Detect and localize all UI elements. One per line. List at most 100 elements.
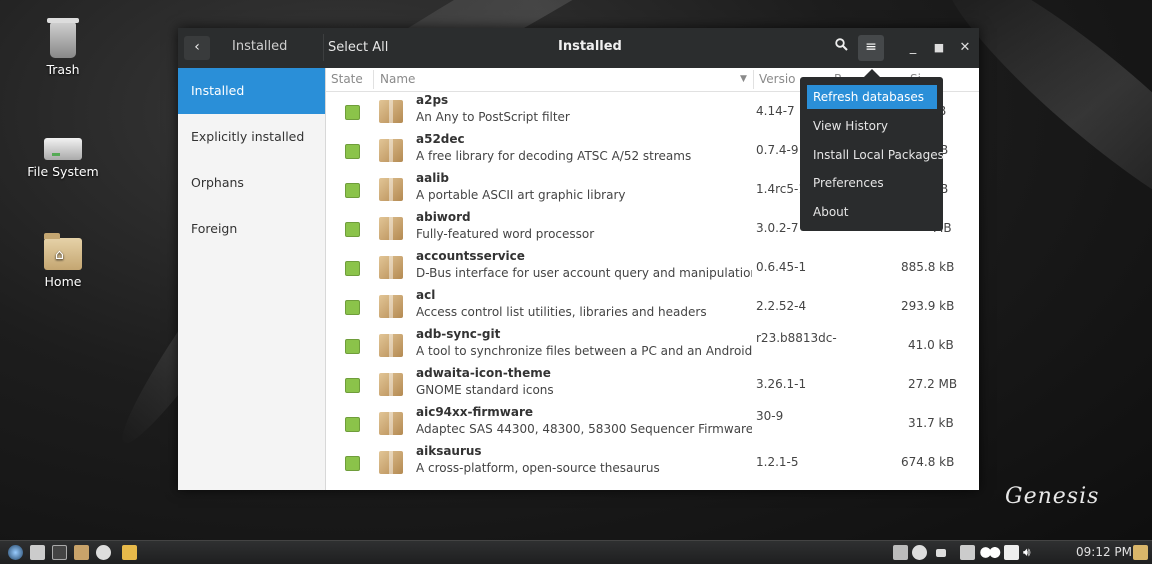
installed-state-icon[interactable] — [345, 300, 360, 315]
package-icon — [379, 373, 403, 396]
column-header-state[interactable]: State — [331, 72, 363, 86]
sort-down-icon: ▼ — [740, 74, 747, 84]
settings-tools-icon[interactable] — [74, 545, 89, 560]
installed-state-icon[interactable] — [345, 417, 360, 432]
table-row[interactable]: aiksaurus A cross-platform, open-source … — [326, 443, 979, 482]
sidebar-item-explicitly-installed[interactable]: Explicitly installed — [178, 114, 325, 160]
display-icon[interactable] — [936, 549, 946, 557]
package-name: aic94xx-firmware — [416, 405, 534, 419]
package-size: 27.2 MB — [908, 377, 958, 391]
installed-state-icon[interactable] — [345, 144, 360, 159]
table-row[interactable]: acl Access control list utilities, libra… — [326, 287, 979, 326]
menu-item-refresh-databases[interactable]: Refresh databases — [807, 85, 937, 109]
package-manager-taskbar-icon[interactable] — [122, 545, 137, 560]
desktop-icon-trash[interactable]: Trash — [18, 18, 108, 77]
package-description: A portable ASCII art graphic library — [416, 188, 626, 202]
package-description: Fully-featured word processor — [416, 227, 595, 241]
installed-state-icon[interactable] — [345, 222, 360, 237]
table-row[interactable]: adb-sync-git A tool to synchronize files… — [326, 326, 979, 365]
sidebar-item-orphans[interactable]: Orphans — [178, 160, 325, 206]
menu-item-install-local-packages[interactable]: Install Local Packages — [807, 143, 944, 167]
package-description: D-Bus interface for user account query a… — [416, 266, 752, 280]
select-all-button[interactable]: Select All — [323, 34, 392, 61]
package-name: acl — [416, 288, 436, 302]
close-button[interactable]: ✕ — [956, 38, 974, 58]
search-icon — [834, 38, 848, 51]
package-name: adb-sync-git — [416, 327, 501, 341]
package-name: a2ps — [416, 93, 449, 107]
file-manager-icon[interactable] — [30, 545, 45, 560]
drive-icon — [44, 138, 82, 160]
sidebar: Installed Explicitly installed Orphans F… — [178, 68, 326, 490]
package-size: 41.0 kB — [908, 338, 954, 352]
back-button[interactable]: ‹ — [184, 36, 210, 60]
minimize-icon: _ — [909, 40, 917, 55]
package-icon — [379, 100, 403, 123]
minimize-button[interactable]: _ — [904, 38, 922, 58]
volume-icon[interactable]: 🔊︎ — [1023, 545, 1038, 560]
installed-state-icon[interactable] — [345, 456, 360, 471]
menu-button[interactable]: ≡ — [858, 35, 884, 61]
table-row-partial[interactable] — [326, 482, 979, 490]
package-name: a52dec — [416, 132, 465, 146]
search-button[interactable] — [830, 37, 852, 59]
package-description: An Any to PostScript filter — [416, 110, 570, 124]
installed-state-icon[interactable] — [345, 183, 360, 198]
table-row[interactable]: adwaita-icon-theme GNOME standard icons … — [326, 365, 979, 404]
installed-state-icon[interactable] — [345, 261, 360, 276]
clipboard-icon[interactable] — [960, 545, 975, 560]
package-description: A free library for decoding ATSC A/52 st… — [416, 149, 692, 163]
start-menu-icon[interactable] — [8, 545, 23, 560]
package-size: 885.8 kB — [901, 260, 955, 274]
package-version: 4.14-7 — [756, 104, 795, 118]
package-version: 3.0.2-7 — [756, 221, 799, 235]
titlebar: ‹ Installed Select All Installed ≡ _ ■ ✕ — [178, 28, 979, 68]
update-gear-icon[interactable] — [912, 545, 927, 560]
package-size: 31.7 kB — [908, 416, 954, 430]
package-icon — [379, 178, 403, 201]
menu-item-preferences[interactable]: Preferences — [807, 171, 937, 195]
installed-state-icon[interactable] — [345, 339, 360, 354]
package-name: aiksaurus — [416, 444, 482, 458]
app-menu-popover: Refresh databases View History Install L… — [800, 69, 944, 231]
clock[interactable]: 09:12 PM — [1076, 545, 1132, 559]
browser-icon[interactable] — [96, 545, 111, 560]
chevron-left-icon: ‹ — [194, 39, 200, 55]
desktop-icon-label: Home — [44, 274, 82, 289]
package-version: 0.7.4-9 — [756, 143, 799, 157]
menu-item-view-history[interactable]: View History — [807, 114, 937, 138]
package-version: 1.4rc5-1 — [756, 182, 806, 196]
sidebar-item-installed[interactable]: Installed — [178, 68, 325, 114]
package-icon — [379, 217, 403, 240]
installed-state-icon[interactable] — [345, 105, 360, 120]
window-title: Installed — [558, 39, 622, 54]
desktop-icon-label: Trash — [46, 62, 80, 77]
column-header-name[interactable]: Name — [380, 72, 415, 86]
package-icon — [379, 451, 403, 474]
network-icon[interactable] — [893, 545, 908, 560]
package-size: 293.9 kB — [901, 299, 955, 313]
table-row[interactable]: accountsservice D-Bus interface for user… — [326, 248, 979, 287]
package-version: 30-9 — [756, 409, 784, 423]
package-name: aalib — [416, 171, 450, 185]
package-description: GNOME standard icons — [416, 383, 554, 397]
desktop-icon-file-system[interactable]: File System — [18, 128, 108, 179]
show-desktop-icon[interactable] — [1133, 545, 1148, 560]
terminal-icon[interactable] — [52, 545, 67, 560]
package-version: r23.b8813dc- — [756, 331, 837, 345]
battery-icon[interactable] — [1004, 545, 1019, 560]
maximize-button[interactable]: ■ — [930, 38, 948, 58]
column-header-version[interactable]: Versio — [759, 72, 796, 86]
menu-item-about[interactable]: About — [807, 200, 937, 224]
table-row[interactable]: aic94xx-firmware Adaptec SAS 44300, 4830… — [326, 404, 979, 443]
package-version: 3.26.1-1 — [756, 377, 807, 391]
package-version: 2.2.52-4 — [756, 299, 807, 313]
desktop-icon-home[interactable]: ⌂ Home — [18, 233, 108, 289]
installed-state-icon[interactable] — [345, 378, 360, 393]
maximize-icon: ■ — [933, 41, 945, 54]
hamburger-menu-icon: ≡ — [865, 39, 877, 55]
nav-current-label: Installed — [232, 39, 288, 54]
sidebar-item-foreign[interactable]: Foreign — [178, 206, 325, 252]
package-description: Access control list utilities, libraries… — [416, 305, 707, 319]
eyes-icon[interactable] — [979, 545, 1001, 560]
